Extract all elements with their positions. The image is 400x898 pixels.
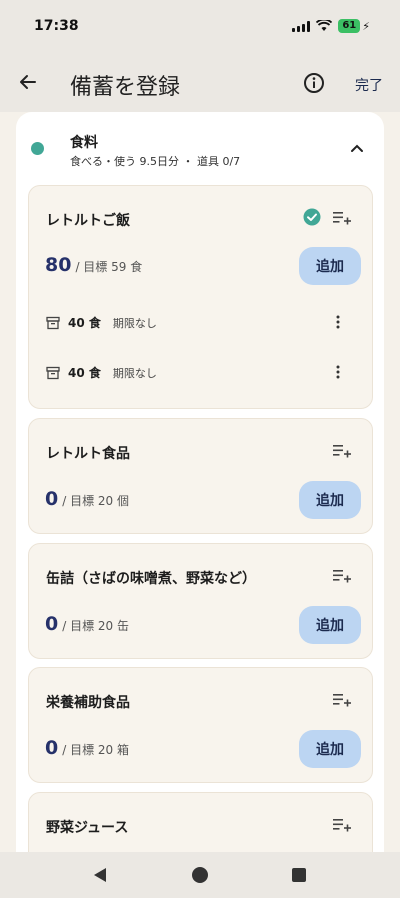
count-row: 0 / 目標 20 個: [45, 488, 129, 510]
add-button[interactable]: 追加: [299, 606, 361, 644]
page-title: 備蓄を登録: [70, 75, 181, 100]
stock-count: 0: [45, 613, 59, 635]
stock-expiry: 期限なし: [112, 316, 157, 330]
nav-home-icon[interactable]: [191, 866, 209, 884]
stock-target: / 目標 20 缶: [62, 619, 129, 633]
app-bar: 備蓄を登録 完了: [0, 52, 400, 112]
info-icon[interactable]: [302, 71, 326, 95]
stock-count: 80: [45, 254, 72, 276]
item-title: 缶詰（さばの味噌煮、野菜など）: [46, 571, 256, 587]
archive-icon: [46, 366, 60, 380]
more-vert-icon[interactable]: [332, 314, 344, 330]
wifi-icon: [316, 20, 333, 31]
nav-back-icon[interactable]: [91, 866, 109, 884]
stock-sheet: 食料 食べる・使う 9.5日分 ・ 道具 0/7 レトルトご飯 80 / 目標 …: [16, 112, 384, 852]
playlist-add-icon[interactable]: [332, 443, 352, 459]
stock-count: 0: [45, 737, 59, 759]
playlist-add-icon[interactable]: [332, 568, 352, 584]
stock-entry[interactable]: 40 食 期限なし: [46, 364, 157, 381]
item-card: レトルト食品 0 / 目標 20 個 追加: [28, 418, 373, 534]
count-row: 80 / 目標 59 食: [45, 254, 142, 276]
item-title: レトルト食品: [46, 446, 130, 462]
battery-level: 61: [338, 19, 361, 33]
item-card: レトルトご飯 80 / 目標 59 食 追加 40 食 期限なし 40 食 期限…: [28, 185, 373, 409]
category-name: 食料: [70, 135, 98, 151]
stock-quantity: 40 食: [68, 316, 101, 330]
playlist-add-icon[interactable]: [332, 210, 352, 226]
stock-target: / 目標 59 食: [75, 260, 143, 274]
system-nav-bar: [0, 852, 400, 898]
more-vert-icon[interactable]: [332, 364, 344, 380]
item-title: 野菜ジュース: [46, 820, 129, 836]
playlist-add-icon[interactable]: [332, 817, 352, 833]
category-summary: 食べる・使う 9.5日分 ・ 道具 0/7: [70, 155, 241, 168]
chevron-up-icon[interactable]: [346, 137, 368, 159]
item-card: 缶詰（さばの味噌煮、野菜など） 0 / 目標 20 缶 追加: [28, 543, 373, 659]
status-time: 17:38: [34, 18, 79, 34]
check-circle-icon: [303, 208, 321, 226]
add-button[interactable]: 追加: [299, 247, 361, 285]
battery-indicator: 61 ⚡: [338, 19, 370, 33]
signal-icon: [292, 20, 311, 32]
stock-expiry: 期限なし: [112, 366, 157, 380]
status-icons: 61 ⚡: [292, 19, 370, 33]
stock-count: 0: [45, 488, 59, 510]
stock-target: / 目標 20 箱: [62, 743, 129, 757]
item-card: 野菜ジュース: [28, 792, 373, 852]
category-header-food[interactable]: 食料 食べる・使う 9.5日分 ・ 道具 0/7: [16, 112, 384, 182]
stock-target: / 目標 20 個: [62, 494, 129, 508]
nav-recents-icon[interactable]: [290, 866, 308, 884]
category-dot: [31, 142, 44, 155]
stock-quantity: 40 食: [68, 366, 101, 380]
add-button[interactable]: 追加: [299, 481, 361, 519]
arrow-left-icon[interactable]: [16, 70, 40, 94]
playlist-add-icon[interactable]: [332, 692, 352, 708]
count-row: 0 / 目標 20 缶: [45, 613, 129, 635]
add-button[interactable]: 追加: [299, 730, 361, 768]
archive-icon: [46, 316, 60, 330]
item-card: 栄養補助食品 0 / 目標 20 箱 追加: [28, 667, 373, 783]
stock-entry[interactable]: 40 食 期限なし: [46, 314, 157, 331]
done-button[interactable]: 完了: [355, 75, 383, 95]
item-title: レトルトご飯: [46, 213, 130, 229]
count-row: 0 / 目標 20 箱: [45, 737, 129, 759]
item-title: 栄養補助食品: [46, 695, 130, 711]
charging-icon: ⚡: [362, 19, 370, 33]
status-bar: 17:38 61 ⚡: [0, 0, 400, 52]
